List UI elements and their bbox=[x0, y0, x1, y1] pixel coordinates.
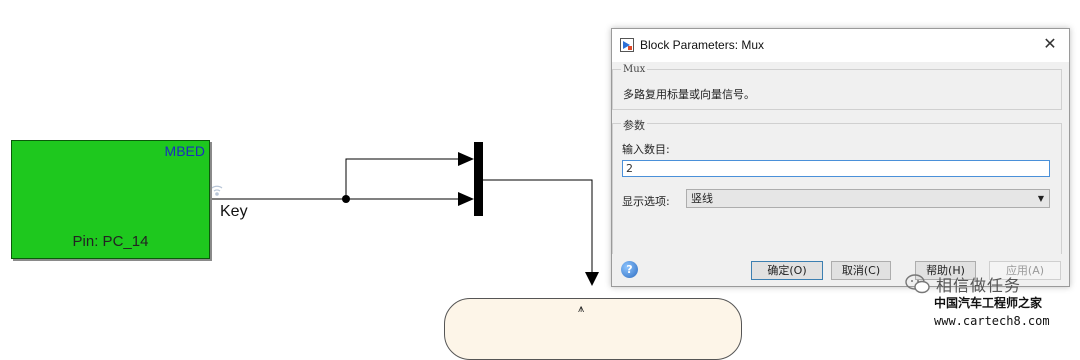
display-option-label: 显示选项: bbox=[622, 195, 670, 208]
arrow-upper bbox=[458, 152, 474, 166]
help-icon[interactable]: ? bbox=[621, 261, 638, 278]
arrow-output bbox=[585, 272, 599, 286]
chart-block-label: ⩚ bbox=[578, 302, 585, 315]
branch-line-upper bbox=[345, 158, 458, 199]
display-option-select[interactable]: 竖线 ▼ bbox=[686, 189, 1050, 208]
watermark-url: www.cartech8.com bbox=[934, 314, 1050, 328]
wechat-icon bbox=[905, 274, 930, 294]
display-option-value: 竖线 bbox=[691, 192, 713, 205]
watermark-site-cn: 中国汽车工程师之家 bbox=[934, 296, 1043, 310]
block-description-group: Mux 多路复用标量或向量信号。 bbox=[612, 64, 1062, 110]
num-inputs-label: 输入数目: bbox=[622, 143, 670, 156]
ok-button[interactable]: 确定(O) bbox=[751, 261, 823, 280]
dialog-title: Block Parameters: Mux bbox=[640, 38, 765, 52]
mux-output-line bbox=[483, 179, 593, 272]
block-parameters-dialog: Block Parameters: Mux ✕ Mux 多路复用标量或向量信号。… bbox=[611, 28, 1070, 287]
block-description: 多路复用标量或向量信号。 bbox=[623, 88, 755, 101]
parameters-group-label: 参数 bbox=[621, 117, 647, 133]
simulink-app-icon bbox=[620, 38, 634, 52]
dialog-titlebar[interactable]: Block Parameters: Mux ✕ bbox=[612, 29, 1069, 62]
watermark-name: 相信做任务 bbox=[936, 276, 1022, 295]
stateflow-chart-block[interactable] bbox=[444, 298, 742, 360]
cancel-button[interactable]: 取消(C) bbox=[831, 261, 891, 280]
wireless-port-icon bbox=[211, 185, 223, 196]
num-inputs-field[interactable]: 2 bbox=[622, 160, 1050, 177]
mbed-block-title: MBED bbox=[164, 143, 205, 159]
mbed-digital-in-block[interactable]: MBED Pin: PC_14 bbox=[11, 140, 210, 259]
chevron-down-icon: ▼ bbox=[1037, 194, 1044, 203]
mux-block bbox=[474, 142, 483, 216]
pin-label: Pin: PC_14 bbox=[72, 233, 149, 250]
arrow-lower bbox=[458, 192, 474, 206]
close-icon[interactable]: ✕ bbox=[1041, 35, 1059, 53]
block-type-label: Mux bbox=[621, 64, 648, 75]
watermark: 相信做任务 中国汽车工程师之家 www.cartech8.com bbox=[902, 262, 1080, 337]
signal-label: Key bbox=[220, 203, 248, 220]
